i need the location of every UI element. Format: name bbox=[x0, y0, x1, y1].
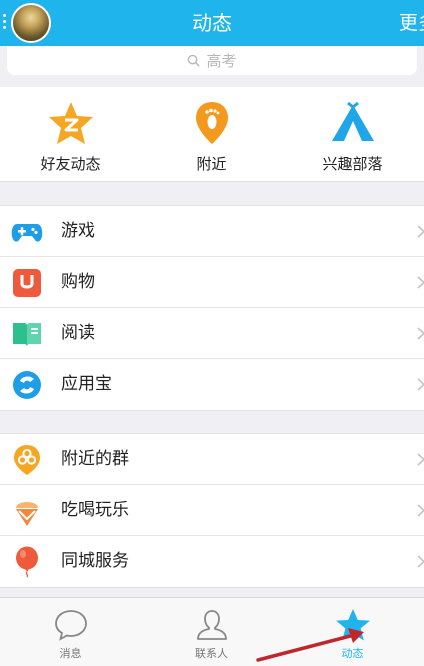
list-item-app-store[interactable]: 应用宝 bbox=[0, 359, 424, 410]
chevron-right-icon bbox=[417, 378, 424, 391]
list-item-label: 阅读 bbox=[61, 323, 95, 343]
ice-cream-icon bbox=[16, 502, 38, 526]
list-item-label: 同城服务 bbox=[61, 551, 129, 571]
quick-link-interest-tribe[interactable]: 兴趣部落 bbox=[282, 87, 423, 182]
app-store-icon bbox=[13, 371, 41, 399]
contact-person-icon bbox=[196, 610, 227, 640]
top-bar: 动态 更多 bbox=[0, 0, 424, 46]
service-list-1: 游戏 购物 阅读 应用宝 bbox=[0, 205, 424, 411]
annotation-arrow bbox=[256, 628, 364, 662]
quick-links: 好友动态 附近 兴趣部落 bbox=[0, 87, 424, 182]
star-z-icon bbox=[48, 102, 93, 144]
list-item-food-fun[interactable]: 吃喝玩乐 bbox=[0, 485, 424, 536]
footprint-location-icon bbox=[195, 102, 228, 144]
chevron-right-icon bbox=[417, 453, 424, 466]
list-item-local-services[interactable]: 同城服务 bbox=[0, 536, 424, 587]
service-list-2: 附近的群 吃喝玩乐 同城服务 bbox=[0, 433, 424, 588]
book-icon bbox=[13, 323, 41, 347]
chat-bubble-icon bbox=[54, 610, 87, 641]
balloon-icon bbox=[16, 546, 38, 578]
more-button[interactable]: 更多 bbox=[399, 0, 424, 46]
tab-label: 消息 bbox=[59, 647, 82, 660]
list-item-label: 购物 bbox=[61, 272, 95, 292]
search-placeholder: 高考 bbox=[206, 52, 237, 70]
search-input[interactable]: 高考 bbox=[7, 46, 417, 75]
chevron-right-icon bbox=[417, 327, 424, 340]
nearby-group-icon bbox=[14, 445, 40, 475]
list-item-label: 吃喝玩乐 bbox=[61, 500, 129, 520]
quick-link-friends-feed[interactable]: 好友动态 bbox=[0, 87, 141, 182]
page-title: 动态 bbox=[192, 11, 232, 35]
list-item-shopping[interactable]: 购物 bbox=[0, 257, 424, 308]
quick-link-label: 好友动态 bbox=[40, 155, 101, 173]
quick-link-nearby[interactable]: 附近 bbox=[141, 87, 282, 182]
chevron-right-icon bbox=[417, 555, 424, 568]
tent-icon bbox=[331, 101, 374, 141]
search-icon bbox=[188, 54, 201, 67]
tab-messages[interactable]: 消息 bbox=[0, 598, 141, 666]
quick-link-label: 附近 bbox=[196, 155, 227, 173]
list-item-nearby-groups[interactable]: 附近的群 bbox=[0, 434, 424, 485]
list-item-reading[interactable]: 阅读 bbox=[0, 308, 424, 359]
list-item-label: 应用宝 bbox=[61, 374, 112, 394]
gamepad-icon bbox=[11, 224, 43, 242]
chevron-right-icon bbox=[417, 276, 424, 289]
list-item-label: 附近的群 bbox=[61, 449, 129, 469]
chevron-right-icon bbox=[417, 225, 424, 238]
chevron-right-icon bbox=[417, 504, 424, 517]
search-area: 高考 bbox=[0, 46, 424, 86]
list-item-games[interactable]: 游戏 bbox=[0, 206, 424, 257]
list-item-label: 游戏 bbox=[61, 221, 95, 241]
quick-link-label: 兴趣部落 bbox=[322, 155, 383, 173]
shopping-bag-icon bbox=[13, 269, 41, 297]
